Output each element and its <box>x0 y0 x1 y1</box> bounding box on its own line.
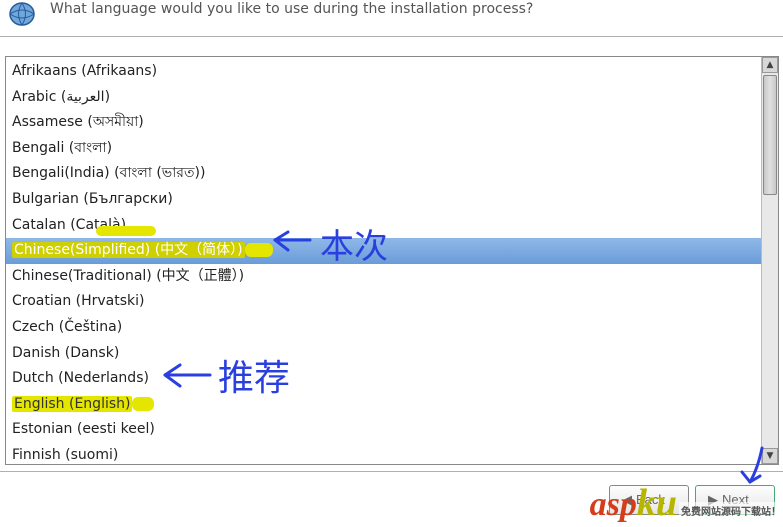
arrow-right-icon: ▶ <box>708 492 718 508</box>
back-button-label: Back <box>636 492 665 507</box>
language-item[interactable]: Bengali (বাংলা) <box>6 136 761 162</box>
language-item[interactable]: Chinese(Simplified) (中文（简体）) <box>6 238 761 264</box>
scrollbar-thumb[interactable] <box>763 75 777 195</box>
next-button-label: Next <box>722 492 749 507</box>
header: What language would you like to use duri… <box>0 0 783 37</box>
language-item[interactable]: English (English) <box>6 392 761 418</box>
language-item[interactable]: Assamese (অসমীয়া) <box>6 110 761 136</box>
language-item[interactable]: Chinese(Traditional) (中文（正體）) <box>6 264 761 290</box>
globe-icon <box>4 0 40 28</box>
language-item[interactable]: Arabic (العربية) <box>6 85 761 111</box>
scroll-down-button[interactable]: ▼ <box>762 448 778 464</box>
scrollbar[interactable]: ▲ ▼ <box>761 57 778 464</box>
language-list[interactable]: Afrikaans (Afrikaans)Arabic (العربية)Ass… <box>6 57 761 464</box>
language-item[interactable]: Bengali(India) (বাংলা (ভারত)) <box>6 161 761 187</box>
scroll-up-button[interactable]: ▲ <box>762 57 778 73</box>
language-item[interactable]: Bulgarian (Български) <box>6 187 761 213</box>
language-item[interactable]: Finnish (suomi) <box>6 443 761 464</box>
language-item[interactable]: Croatian (Hrvatski) <box>6 289 761 315</box>
language-item[interactable]: Estonian (eesti keel) <box>6 417 761 443</box>
next-button[interactable]: ▶ Next <box>695 485 775 515</box>
footer: ◀ Back ▶ Next <box>0 471 783 527</box>
language-item[interactable]: Danish (Dansk) <box>6 341 761 367</box>
language-item[interactable]: Dutch (Nederlands) <box>6 366 761 392</box>
language-item[interactable]: Czech (Čeština) <box>6 315 761 341</box>
arrow-left-icon: ◀ <box>622 492 632 508</box>
back-button[interactable]: ◀ Back <box>609 485 689 515</box>
language-list-frame: Afrikaans (Afrikaans)Arabic (العربية)Ass… <box>5 56 779 465</box>
header-question: What language would you like to use duri… <box>50 0 533 18</box>
language-item[interactable]: Afrikaans (Afrikaans) <box>6 59 761 85</box>
language-item[interactable]: Catalan (Català) <box>6 213 761 239</box>
